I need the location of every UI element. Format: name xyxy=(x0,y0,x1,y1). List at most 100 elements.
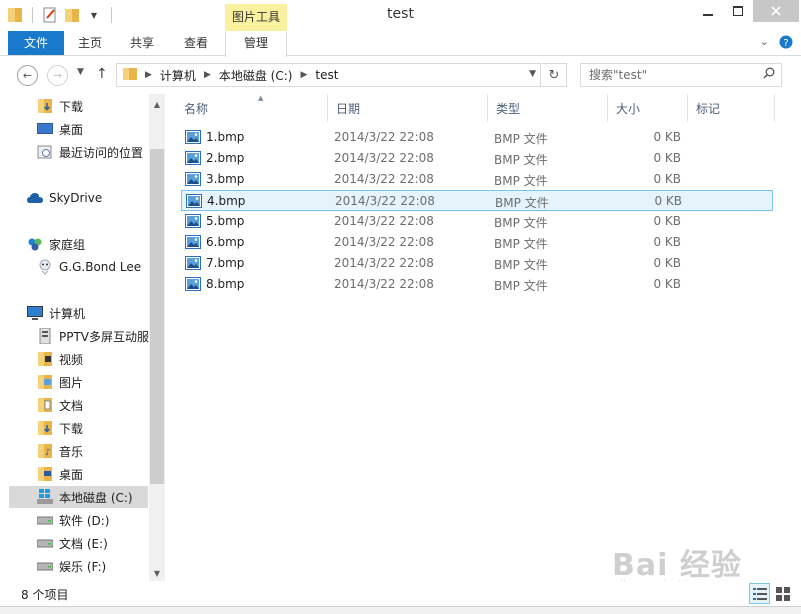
navigation-pane: 下载 桌面 最近访问的位置 SkyDrive 家庭组 G.G.Bond Lee … xyxy=(0,94,165,581)
downloads-folder-icon xyxy=(37,420,53,436)
sidebar-item-label: 最近访问的位置 xyxy=(59,145,144,160)
minimize-button[interactable] xyxy=(693,0,723,22)
recent-locations-icon[interactable]: ▼ xyxy=(77,67,84,77)
windows-drive-icon xyxy=(37,489,53,505)
ribbon-tabs: 文件 主页 共享 查看 管理 ⌄ ? xyxy=(0,31,801,57)
sidebar-item-desktop[interactable]: 桌面 xyxy=(37,118,83,140)
scroll-down-icon[interactable]: ▼ xyxy=(149,565,165,581)
file-size: 0 KB xyxy=(653,130,681,144)
file-type: BMP 文件 xyxy=(494,216,548,230)
sidebar-item-drive-f[interactable]: 娱乐 (F:) xyxy=(37,555,106,577)
file-name: 3.bmp xyxy=(206,172,245,186)
search-input[interactable] xyxy=(581,64,751,86)
sidebar-item-pictures[interactable]: 图片 xyxy=(37,371,83,393)
breadcrumb-chevron-icon[interactable]: ▶ xyxy=(204,70,211,80)
column-header-label: 类型 xyxy=(496,101,521,116)
close-button[interactable] xyxy=(753,0,799,22)
large-icons-view-button[interactable] xyxy=(772,583,793,604)
sidebar-item-homegroup[interactable]: 家庭组 xyxy=(27,233,85,255)
svg-text:♪: ♪ xyxy=(45,448,51,458)
sidebar-item-label: 家庭组 xyxy=(49,237,86,252)
sidebar-item-local-disk-c[interactable]: 本地磁盘 (C:) xyxy=(9,486,148,508)
column-header-tags[interactable]: 标记 xyxy=(688,94,775,122)
file-size: 0 KB xyxy=(653,277,681,291)
breadcrumb-computer[interactable]: 计算机 xyxy=(160,67,196,84)
table-row[interactable]: 2.bmp 2014/3/22 22:08 BMP 文件 0 KB xyxy=(181,148,773,169)
file-name-cell[interactable]: 3.bmp xyxy=(185,172,244,186)
maximize-button[interactable] xyxy=(723,0,753,22)
file-name-cell[interactable]: 2.bmp xyxy=(185,151,244,165)
table-row[interactable]: 6.bmp 2014/3/22 22:08 BMP 文件 0 KB xyxy=(181,232,773,253)
drive-icon xyxy=(37,512,53,528)
table-row[interactable]: 4.bmp 2014/3/22 22:08 BMP 文件 0 KB xyxy=(181,190,773,211)
help-icon[interactable]: ? xyxy=(779,35,793,52)
breadcrumb-local-disk[interactable]: 本地磁盘 (C:) xyxy=(219,67,293,84)
forward-arrow-icon: → xyxy=(52,69,63,82)
sidebar-item-skydrive[interactable]: SkyDrive xyxy=(27,187,102,209)
music-folder-icon: ♪ xyxy=(37,443,53,459)
sidebar-item-label: 音乐 xyxy=(59,444,84,459)
breadcrumb-chevron-icon[interactable]: ▶ xyxy=(145,70,152,80)
table-row[interactable]: 1.bmp 2014/3/22 22:08 BMP 文件 0 KB xyxy=(181,127,773,148)
address-dropdown-icon[interactable]: ▼ xyxy=(529,69,536,79)
documents-folder-icon xyxy=(37,397,53,413)
column-header-size[interactable]: 大小 xyxy=(608,94,688,122)
sidebar-item-media-server[interactable]: PPTV多屏互动服 xyxy=(37,325,149,347)
breadcrumb-chevron-icon[interactable]: ▶ xyxy=(300,70,307,80)
sidebar-item-videos[interactable]: 视频 xyxy=(37,348,83,370)
file-name-cell[interactable]: 7.bmp xyxy=(185,256,244,270)
file-name-cell[interactable]: 6.bmp xyxy=(185,235,244,249)
file-name-cell[interactable]: 1.bmp xyxy=(185,130,244,144)
file-name-cell[interactable]: 8.bmp xyxy=(185,277,244,291)
table-row[interactable]: 3.bmp 2014/3/22 22:08 BMP 文件 0 KB xyxy=(181,169,773,190)
expand-ribbon-icon[interactable]: ⌄ xyxy=(760,35,769,52)
file-date: 2014/3/22 22:08 xyxy=(334,256,434,270)
file-name-cell[interactable]: 5.bmp xyxy=(185,214,244,228)
back-button[interactable]: ← xyxy=(17,65,38,86)
window-controls xyxy=(693,0,799,22)
address-bar[interactable]: ▶ 计算机 ▶ 本地磁盘 (C:) ▶ test ▼ xyxy=(116,63,541,87)
scrollbar-thumb[interactable] xyxy=(150,149,164,484)
sidebar-item-downloads[interactable]: 下载 xyxy=(37,95,83,117)
computer-icon xyxy=(27,305,43,321)
sidebar-item-computer[interactable]: 计算机 xyxy=(27,302,85,324)
scroll-up-icon[interactable]: ▲ xyxy=(149,96,165,112)
column-header-type[interactable]: 类型 xyxy=(488,94,608,122)
sidebar-item-user[interactable]: G.G.Bond Lee xyxy=(37,256,141,278)
search-box[interactable] xyxy=(580,63,782,87)
column-header-name[interactable]: 名称 ▲ xyxy=(176,94,328,122)
sidebar-item-documents[interactable]: 文档 xyxy=(37,394,83,416)
sidebar-item-recent-places[interactable]: 最近访问的位置 xyxy=(37,141,143,163)
tab-share[interactable]: 共享 xyxy=(120,31,164,56)
sidebar-item-drive-d[interactable]: 软件 (D:) xyxy=(37,509,109,531)
sidebar-item-desktop-2[interactable]: 桌面 xyxy=(37,463,83,485)
sidebar-scrollbar[interactable]: ▲ ▼ xyxy=(149,94,165,581)
file-date: 2014/3/22 22:08 xyxy=(334,130,434,144)
folder-icon xyxy=(123,67,137,84)
table-row[interactable]: 5.bmp 2014/3/22 22:08 BMP 文件 0 KB xyxy=(181,211,773,232)
desktop-folder-icon xyxy=(37,466,53,482)
sidebar-item-label: 软件 (D:) xyxy=(59,513,110,528)
tab-view[interactable]: 查看 xyxy=(174,31,218,56)
sidebar-item-downloads-2[interactable]: 下载 xyxy=(37,417,83,439)
tab-file[interactable]: 文件 xyxy=(8,31,64,55)
up-arrow-icon[interactable]: ↑ xyxy=(96,66,108,82)
sort-ascending-icon: ▲ xyxy=(258,94,264,102)
forward-button[interactable]: → xyxy=(47,65,68,86)
tab-home[interactable]: 主页 xyxy=(68,31,112,56)
sidebar-item-label: 下载 xyxy=(59,99,84,114)
column-header-date[interactable]: 日期 xyxy=(328,94,488,122)
table-row[interactable]: 7.bmp 2014/3/22 22:08 BMP 文件 0 KB xyxy=(181,253,773,274)
details-view-button[interactable] xyxy=(749,583,770,604)
file-name-cell[interactable]: 4.bmp xyxy=(186,194,245,208)
sidebar-item-drive-e[interactable]: 文档 (E:) xyxy=(37,532,108,554)
breadcrumb-test[interactable]: test xyxy=(315,68,338,82)
refresh-button[interactable]: ↻ xyxy=(542,63,567,87)
tab-manage[interactable]: 管理 xyxy=(225,31,287,57)
window-title: test xyxy=(387,6,414,22)
svg-text:?: ? xyxy=(783,38,788,49)
table-row[interactable]: 8.bmp 2014/3/22 22:08 BMP 文件 0 KB xyxy=(181,274,773,295)
file-list: 名称 ▲ 日期 类型 大小 标记 1.bmp 2014/3/22 22:08 BMP… xyxy=(168,94,801,581)
search-icon[interactable] xyxy=(763,67,775,82)
sidebar-item-music[interactable]: ♪ 音乐 xyxy=(37,440,83,462)
